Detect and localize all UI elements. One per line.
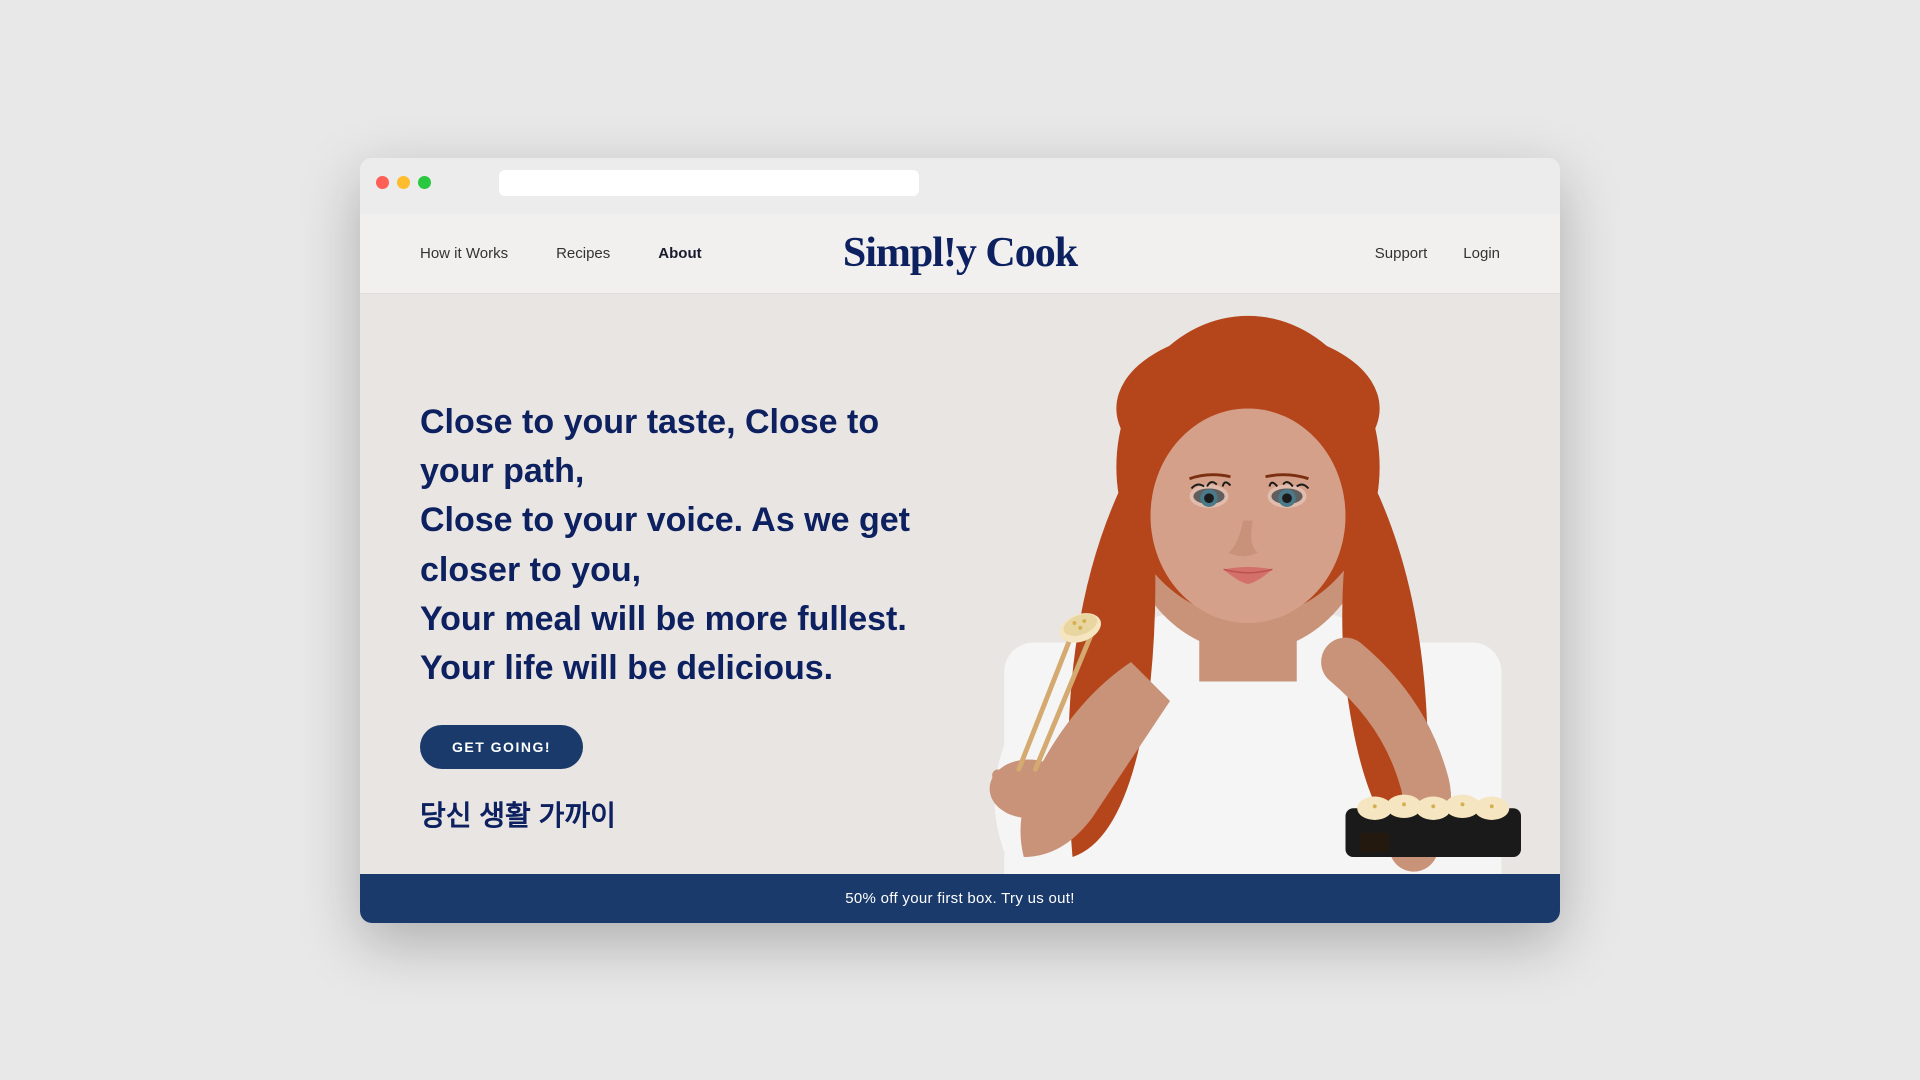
- promo-text: 50% off your first box. Try us out!: [845, 890, 1075, 907]
- site-logo[interactable]: Simpl!y Cook: [843, 229, 1077, 277]
- navbar: How it Works Recipes About Simpl!y Cook …: [360, 214, 1560, 294]
- nav-login[interactable]: Login: [1463, 245, 1500, 262]
- browser-window: How it Works Recipes About Simpl!y Cook …: [360, 158, 1560, 923]
- promo-banner: 50% off your first box. Try us out!: [360, 874, 1560, 923]
- browser-chrome: [360, 158, 1560, 214]
- close-button[interactable]: [376, 176, 389, 189]
- maximize-button[interactable]: [418, 176, 431, 189]
- nav-left: How it Works Recipes About: [420, 245, 702, 262]
- browser-tabs: [376, 206, 1544, 214]
- nav-recipes[interactable]: Recipes: [556, 245, 610, 262]
- hero-section: Close to your taste, Close to your path,…: [360, 294, 1560, 874]
- hero-content: Close to your taste, Close to your path,…: [360, 398, 1020, 770]
- korean-text: 당신 생활 가까이: [420, 794, 616, 834]
- nav-about[interactable]: About: [658, 245, 701, 262]
- browser-controls: [376, 170, 1544, 196]
- minimize-button[interactable]: [397, 176, 410, 189]
- hero-headline: Close to your taste, Close to your path,…: [420, 398, 960, 694]
- nav-right: Support Login: [1375, 245, 1500, 262]
- nav-how-it-works[interactable]: How it Works: [420, 245, 508, 262]
- nav-support[interactable]: Support: [1375, 245, 1428, 262]
- site-wrapper: How it Works Recipes About Simpl!y Cook …: [360, 214, 1560, 923]
- cta-button[interactable]: GET GOING!: [420, 725, 583, 769]
- address-bar[interactable]: [499, 170, 919, 196]
